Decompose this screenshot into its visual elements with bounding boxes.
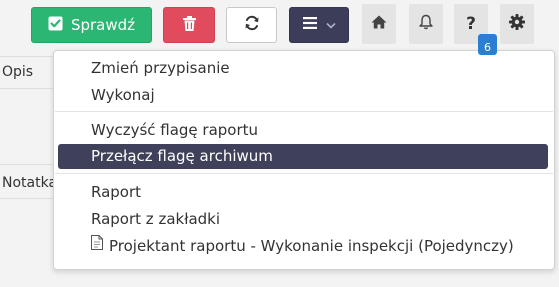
menu-item-toggle-archive-flag[interactable]: Przełącz flagę archiwum: [58, 144, 548, 169]
document-icon: [91, 233, 103, 258]
menu-item-change-assignment[interactable]: Zmień przypisanie: [58, 56, 548, 81]
menu-item-report-designer-label: Projektant raportu - Wykonanie inspekcji…: [109, 237, 514, 255]
home-icon: [371, 15, 387, 33]
actions-dropdown-menu: Zmień przypisanie Wykonaj Wyczyść flagę …: [53, 50, 555, 270]
menu-divider: [55, 173, 553, 174]
check-button-label: Sprawdź: [70, 16, 136, 34]
divider: [0, 88, 54, 89]
gear-icon: [509, 14, 525, 34]
menu-item-report-designer[interactable]: Projektant raportu - Wykonanie inspekcji…: [58, 234, 548, 259]
divider: [0, 164, 54, 165]
refresh-button[interactable]: [226, 7, 277, 43]
toolbar: Sprawdź ?: [0, 0, 559, 52]
home-button[interactable]: [362, 4, 396, 44]
menu-item-execute[interactable]: Wykonaj: [58, 83, 548, 108]
menu-item-clear-report-flag[interactable]: Wyczyść flagę raportu: [58, 118, 548, 143]
actions-menu-button[interactable]: [289, 7, 349, 43]
bell-icon: [419, 14, 433, 34]
menu-item-report-from-tab[interactable]: Raport z zakładki: [58, 207, 548, 232]
menu-item-report[interactable]: Raport: [58, 180, 548, 205]
notification-count-badge: 6: [478, 34, 497, 55]
divider: [0, 198, 54, 199]
check-button[interactable]: Sprawdź: [31, 7, 152, 43]
notatka-label: Notatka: [2, 175, 58, 191]
notifications-button[interactable]: [409, 4, 443, 44]
trash-icon: [182, 15, 196, 35]
delete-button[interactable]: [163, 7, 215, 43]
chevron-down-icon: [325, 17, 336, 33]
menu-divider: [55, 111, 553, 112]
refresh-icon: [244, 15, 260, 35]
divider: [0, 56, 54, 57]
settings-button[interactable]: [500, 4, 534, 44]
opis-label: Opis: [2, 64, 34, 80]
check-square-icon: [48, 16, 63, 35]
list-icon: [302, 17, 317, 33]
question-icon: ?: [466, 14, 476, 34]
